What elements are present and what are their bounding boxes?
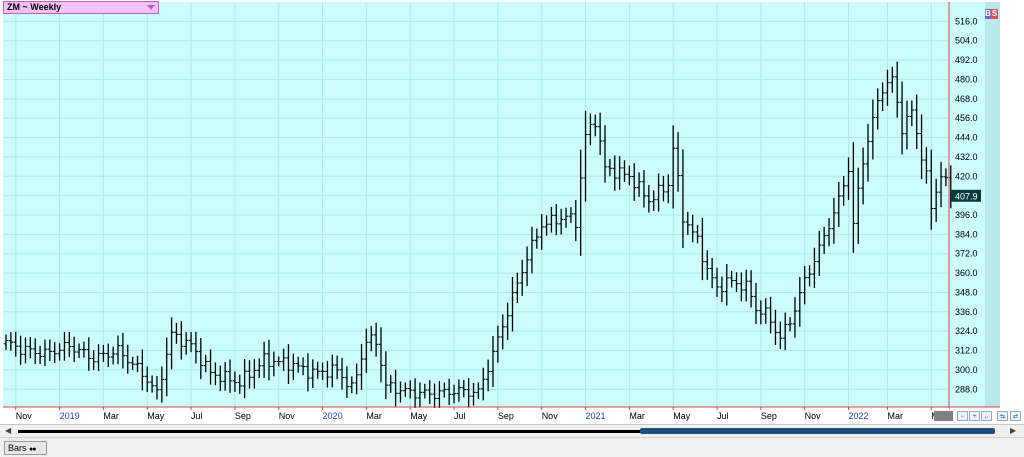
- x-tick-label: Sep: [498, 411, 514, 421]
- x-tick-label: Mar: [629, 411, 645, 421]
- scroll-left-icon[interactable]: ◀: [5, 426, 11, 435]
- zoom-out-icon[interactable]: −: [957, 411, 968, 421]
- y-tick-label: 396.0: [955, 210, 978, 220]
- x-tick-label: Mar: [103, 411, 119, 421]
- zoom-in-icon[interactable]: +: [969, 411, 980, 421]
- x-tick-label: Sep: [235, 411, 251, 421]
- compress-icon[interactable]: ⇄: [1010, 411, 1021, 421]
- bars-tab-label: Bars: [8, 443, 27, 453]
- sell-badge[interactable]: S: [991, 9, 998, 19]
- y-tick-label: 420.0: [955, 171, 978, 181]
- last-price-label: 407.9: [955, 191, 978, 201]
- x-tick-label: May: [673, 411, 691, 421]
- fit-icon[interactable]: ⇆: [997, 411, 1008, 421]
- scroll-thumb[interactable]: [640, 428, 995, 434]
- y-tick-label: 468.0: [955, 94, 978, 104]
- x-tick-label: Jul: [454, 411, 466, 421]
- status-bar: Bars ●●: [0, 437, 1024, 457]
- buy-sell-badge[interactable]: B S: [985, 9, 998, 19]
- y-tick-label: 456.0: [955, 113, 978, 123]
- ticker-title: ZM ~ Weekly: [7, 2, 62, 12]
- y-tick-label: 324.0: [955, 326, 978, 336]
- x-tick-label: Nov: [542, 411, 559, 421]
- y-tick-label: 300.0: [955, 365, 978, 375]
- x-tick-label: 2022: [849, 411, 869, 421]
- y-tick-label: 288.0: [955, 384, 978, 394]
- scroll-right-icon[interactable]: ▶: [1010, 426, 1016, 435]
- y-tick-label: 444.0: [955, 133, 978, 143]
- plot-background: [3, 2, 949, 407]
- x-tick-label: 2020: [323, 411, 343, 421]
- bars-tab[interactable]: Bars ●●: [4, 441, 47, 455]
- x-tick-label: 2021: [586, 411, 606, 421]
- ticker-selector[interactable]: ZM ~ Weekly: [3, 1, 159, 14]
- y-tick-label: 312.0: [955, 346, 978, 356]
- expand-icon[interactable]: ↔: [981, 411, 992, 421]
- scale-corner-box: [934, 411, 953, 421]
- x-tick-label: 2019: [60, 411, 80, 421]
- y-tick-label: 360.0: [955, 268, 978, 278]
- x-tick-label: Nov: [805, 411, 822, 421]
- y-tick-label: 336.0: [955, 307, 978, 317]
- y-tick-label: 480.0: [955, 74, 978, 84]
- y-tick-label: 516.0: [955, 16, 978, 26]
- y-tick-label: 504.0: [955, 36, 978, 46]
- y-tick-label: 372.0: [955, 249, 978, 259]
- x-tick-label: Jul: [191, 411, 203, 421]
- x-tick-label: Nov: [16, 411, 33, 421]
- x-tick-label: May: [410, 411, 428, 421]
- x-tick-label: Mar: [887, 411, 903, 421]
- dropdown-arrow-icon[interactable]: [147, 5, 155, 10]
- price-chart[interactable]: 288.0 300.0 312.0 324.0 336.0 348.0 360.0 372.0…: [0, 0, 1024, 456]
- x-tick-label: May: [147, 411, 165, 421]
- x-tick-label: Nov: [279, 411, 296, 421]
- y-tick-label: 432.0: [955, 152, 978, 162]
- x-tick-label: Jul: [717, 411, 729, 421]
- y-tick-label: 348.0: [955, 287, 978, 297]
- right-margin-panel: [985, 2, 1000, 407]
- time-scrollbar[interactable]: ◀ ▶: [0, 424, 1024, 438]
- x-tick-label: Sep: [761, 411, 777, 421]
- link-icon: ●●: [29, 446, 37, 453]
- y-tick-label: 384.0: [955, 229, 978, 239]
- last-price-marker: 407.9: [951, 189, 981, 202]
- x-tick-label: Mar: [366, 411, 382, 421]
- y-tick-label: 492.0: [955, 55, 978, 65]
